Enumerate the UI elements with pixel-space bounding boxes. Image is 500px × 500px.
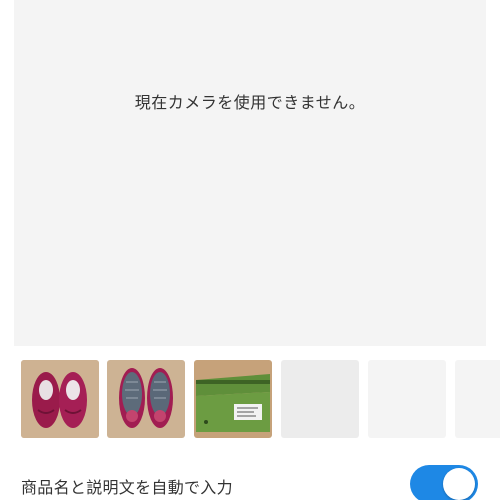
photo-thumbnail-3[interactable] bbox=[194, 360, 272, 438]
auto-fill-setting-row: 商品名と説明文を自動で入力 bbox=[0, 460, 500, 500]
photo-thumbnail-1[interactable] bbox=[21, 360, 99, 438]
shoes-sole-photo bbox=[107, 360, 185, 438]
photo-slot-empty-4[interactable] bbox=[281, 360, 359, 438]
photo-thumbnail-strip bbox=[0, 360, 500, 440]
photo-thumbnail-2[interactable] bbox=[107, 360, 185, 438]
camera-preview[interactable]: 現在カメラを使用できません。 bbox=[14, 0, 486, 346]
shoes-top-photo bbox=[21, 360, 99, 438]
camera-unavailable-message: 現在カメラを使用できません。 bbox=[134, 93, 366, 112]
photo-slot-empty-6[interactable] bbox=[455, 360, 500, 438]
listing-photo-screen: 現在カメラを使用できません。 商品名と説明文を自動で入力 bbox=[0, 0, 500, 500]
auto-fill-label: 商品名と説明文を自動で入力 bbox=[21, 478, 233, 497]
auto-fill-toggle[interactable] bbox=[410, 465, 478, 500]
photo-slot-empty-5[interactable] bbox=[368, 360, 446, 438]
shoe-box-photo bbox=[194, 360, 272, 438]
toggle-knob bbox=[443, 468, 475, 500]
